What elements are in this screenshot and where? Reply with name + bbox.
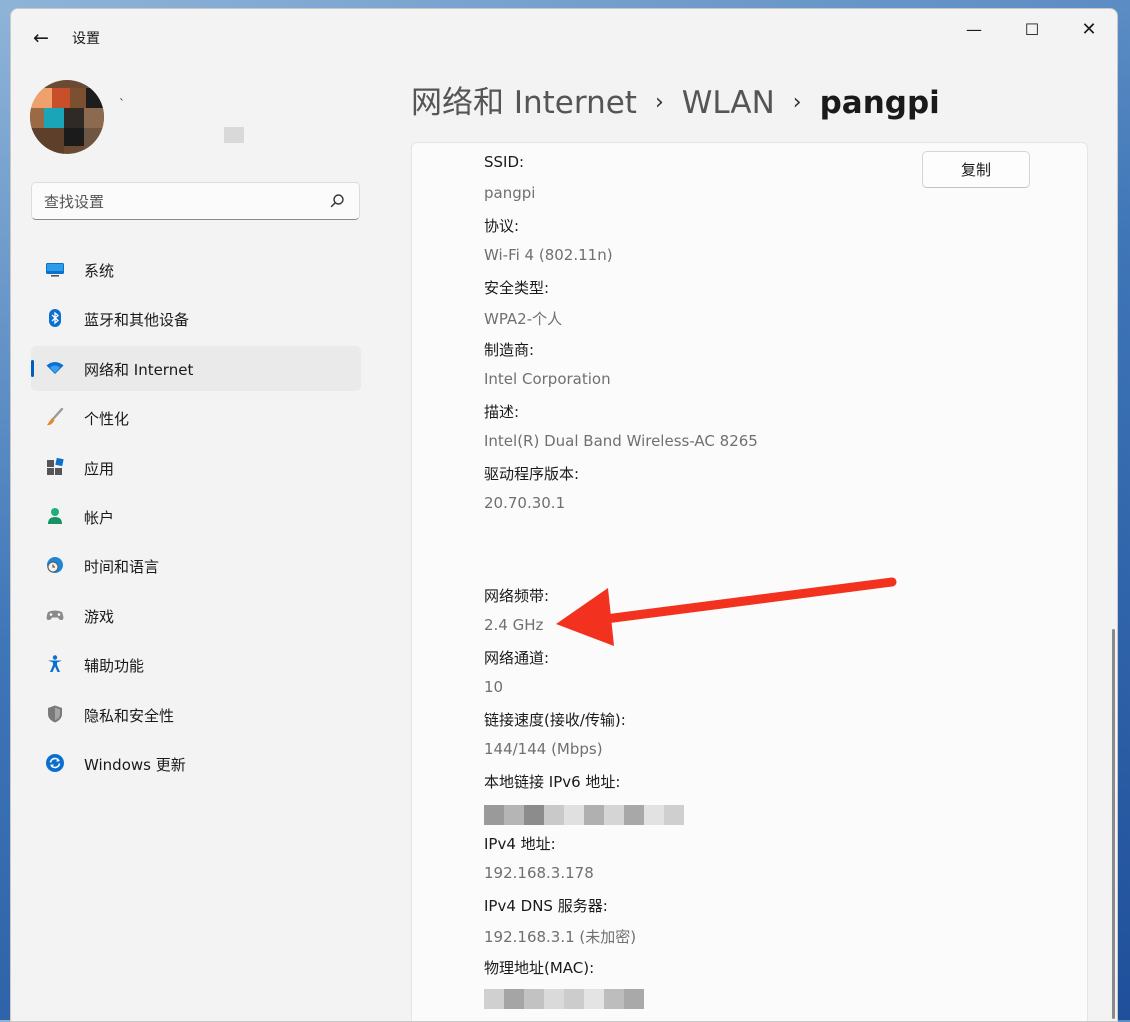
sidebar-item-privacy[interactable]: 隐私和安全性	[31, 692, 361, 737]
ssid-value: pangpi	[484, 184, 536, 202]
sidebar-item-windows-update[interactable]: Windows 更新	[31, 741, 361, 786]
sidebar-item-label: 个性化	[84, 410, 130, 429]
breadcrumb-item-network[interactable]: 网络和 Internet	[411, 85, 637, 121]
security-type-label: 安全类型:	[484, 279, 550, 297]
sidebar-item-label: Windows 更新	[84, 755, 186, 774]
driver-version-label: 驱动程序版本:	[484, 465, 580, 483]
sidebar-item-label: 游戏	[84, 607, 115, 626]
network-channel-value: 10	[484, 678, 504, 696]
user-name: `	[119, 97, 125, 111]
ipv6-address-redacted	[484, 805, 684, 825]
shield-icon	[48, 705, 62, 723]
ipv4-address-label: IPv4 地址:	[484, 835, 556, 853]
link-speed-label: 链接速度(接收/传输):	[484, 711, 626, 729]
sidebar-item-system[interactable]: 系统	[31, 247, 361, 292]
manufacturer-label: 制造商:	[484, 341, 535, 359]
driver-version-value: 20.70.30.1	[484, 494, 566, 512]
sidebar-item-label: 隐私和安全性	[84, 706, 175, 725]
bluetooth-icon	[49, 309, 61, 328]
sidebar-item-label: 蓝牙和其他设备	[84, 311, 190, 330]
ssid-label: SSID:	[484, 153, 525, 171]
sidebar-item-label: 网络和 Internet	[84, 360, 194, 379]
settings-window: ← 设置 — ☐ ✕ ` 查找设置 系统 蓝牙和其他设备 网络和 Interne…	[10, 8, 1118, 1022]
minimize-button[interactable]: —	[951, 15, 997, 45]
sidebar-item-personalization[interactable]: 个性化	[31, 395, 361, 440]
chevron-right-icon: ›	[654, 90, 664, 115]
ipv6-address-label: 本地链接 IPv6 地址:	[484, 773, 621, 791]
network-band-value: 2.4 GHz	[484, 616, 544, 634]
sidebar-item-label: 应用	[84, 459, 115, 478]
monitor-icon	[46, 263, 64, 277]
search-icon[interactable]	[327, 191, 347, 211]
link-speed-value: 144/144 (Mbps)	[484, 740, 603, 758]
sidebar-item-apps[interactable]: 应用	[31, 445, 361, 490]
gamepad-icon	[46, 610, 64, 620]
copy-button[interactable]: 复制	[922, 151, 1030, 188]
globe-clock-icon	[47, 557, 63, 574]
sidebar-item-label: 帐户	[84, 508, 115, 527]
search-input[interactable]	[42, 189, 316, 215]
ipv4-dns-label: IPv4 DNS 服务器:	[484, 897, 608, 915]
sidebar-item-gaming[interactable]: 游戏	[31, 593, 361, 638]
breadcrumb: 网络和 Internet › WLAN › pangpi	[411, 79, 940, 127]
description-label: 描述:	[484, 403, 520, 421]
network-channel-label: 网络通道:	[484, 649, 550, 667]
back-arrow-icon: ←	[33, 27, 49, 49]
mac-address-label: 物理地址(MAC):	[484, 959, 595, 977]
person-icon	[48, 507, 62, 524]
user-email-redacted	[224, 127, 244, 143]
annotation-arrow-icon	[556, 577, 897, 646]
page-title: pangpi	[819, 85, 940, 121]
search-box[interactable]	[31, 182, 360, 220]
manufacturer-value: Intel Corporation	[484, 370, 611, 388]
back-button[interactable]: ←	[29, 26, 53, 50]
security-type-value: WPA2-个人	[484, 310, 563, 328]
mac-address-redacted	[484, 989, 644, 1009]
protocol-value: Wi-Fi 4 (802.11n)	[484, 246, 613, 264]
apps-icon	[47, 457, 64, 475]
sidebar-item-label: 时间和语言	[84, 558, 160, 577]
update-icon	[46, 753, 64, 772]
title-bar: ← 设置 — ☐ ✕	[11, 9, 1117, 67]
wifi-icon	[46, 361, 64, 374]
sidebar-item-accounts[interactable]: 帐户	[31, 494, 361, 539]
close-button[interactable]: ✕	[1066, 15, 1112, 45]
breadcrumb-item-wlan[interactable]: WLAN	[682, 85, 775, 121]
brush-icon	[47, 407, 64, 426]
chevron-right-icon: ›	[792, 90, 802, 115]
sidebar-item-network[interactable]: 网络和 Internet	[31, 345, 361, 391]
sidebar-item-label: 辅助功能	[84, 657, 145, 676]
scrollbar-thumb[interactable]	[1112, 629, 1115, 1019]
ipv4-dns-value: 192.168.3.1 (未加密)	[484, 928, 637, 946]
accessibility-icon	[48, 655, 62, 673]
avatar[interactable]	[30, 80, 104, 154]
sidebar-nav: 系统 蓝牙和其他设备 网络和 Internet 个性化 应用 帐户 时间和语言 …	[31, 247, 361, 790]
network-band-label: 网络频带:	[484, 587, 550, 605]
description-value: Intel(R) Dual Band Wireless-AC 8265	[484, 432, 758, 450]
sidebar-item-label: 系统	[84, 262, 115, 280]
app-title: 设置	[72, 31, 100, 47]
sidebar-item-time-language[interactable]: 时间和语言	[31, 543, 361, 588]
maximize-button[interactable]: ☐	[1009, 15, 1055, 45]
ipv4-address-value: 192.168.3.178	[484, 864, 594, 882]
sidebar-item-accessibility[interactable]: 辅助功能	[31, 642, 361, 687]
sidebar-item-bluetooth[interactable]: 蓝牙和其他设备	[31, 296, 361, 341]
protocol-label: 协议:	[484, 217, 520, 235]
